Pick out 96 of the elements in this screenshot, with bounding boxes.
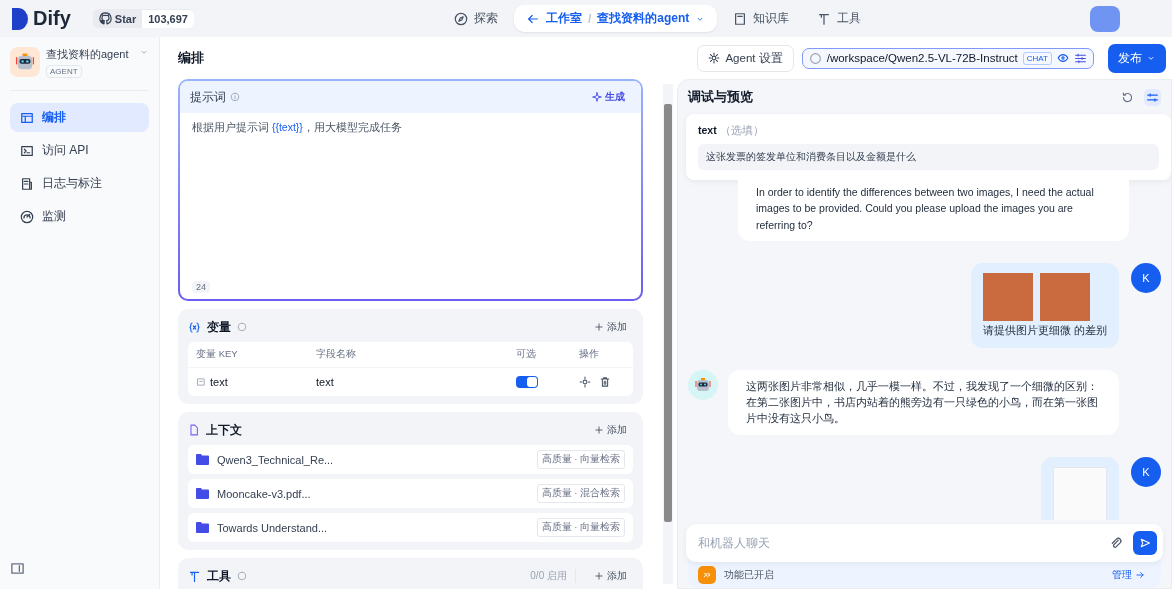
folder-icon <box>196 522 209 533</box>
trash-icon <box>599 376 611 388</box>
section-title: 上下文 <box>206 422 242 438</box>
knowledge-name: Towards Understand... <box>217 521 328 534</box>
sliders-icon <box>1074 51 1087 65</box>
user-avatar: K <box>1131 262 1161 293</box>
add-button[interactable]: 添加 <box>588 568 633 584</box>
user-avatar: K <box>1131 456 1161 487</box>
settings-button[interactable] <box>1144 88 1161 106</box>
sidebar-item[interactable]: 日志与标注 <box>10 169 149 198</box>
input-field[interactable]: 这张发票的签发单位和消费条目以及金额是什么 <box>698 144 1159 170</box>
knowledge-item[interactable]: Mooncake-v3.pdf... 高质量 · 混合检索 <box>188 479 633 508</box>
column-header: 字段名称 <box>316 348 357 361</box>
generate-button[interactable]: 生成 <box>586 89 631 105</box>
model-selector[interactable]: /workspace/Qwen2.5-VL-72B-Instruct CHAT <box>801 47 1094 69</box>
document-thumbnail[interactable] <box>1053 466 1107 520</box>
manage-link[interactable]: 管理 <box>1106 567 1151 583</box>
publish-button[interactable]: 发布 <box>1108 43 1166 73</box>
arrow-right-icon <box>1135 570 1145 580</box>
knowledge-item[interactable]: Qwen3_Technical_Re... 高质量 · 向量检索 <box>188 445 633 474</box>
user-avatar[interactable] <box>1090 5 1120 32</box>
logo-icon <box>12 7 28 30</box>
nav-tab[interactable]: 知识库 <box>721 5 802 32</box>
gauge-icon <box>20 209 34 224</box>
knowledge-name: Qwen3_Technical_Re... <box>217 453 334 466</box>
paperclip-icon <box>1109 536 1123 550</box>
column-header: 操作 <box>579 348 600 361</box>
optional-toggle[interactable] <box>516 376 538 388</box>
nav-tab[interactable]: 工具 <box>805 5 874 32</box>
app-name: 查找资料的agent <box>46 47 130 62</box>
photo-placeholder[interactable] <box>982 272 1033 321</box>
logo-text: Dify <box>33 7 71 30</box>
message-text: 请提供图片更细微 的差别 <box>982 322 1107 338</box>
terminal-icon <box>20 143 34 158</box>
chat-input[interactable]: 和机器人聊天 <box>686 524 1163 562</box>
folder-icon <box>196 454 209 465</box>
tool-icon <box>188 569 201 583</box>
features-label: 功能已开启 <box>724 568 774 582</box>
model-name: /workspace/Qwen2.5-VL-72B-Instruct <box>826 52 1018 64</box>
prompt-title: 提示词 <box>190 89 226 105</box>
character-count: 24 <box>192 281 210 293</box>
input-label: text <box>698 124 717 136</box>
sparkle-icon <box>592 92 602 102</box>
document-icon <box>188 424 200 436</box>
bot-message: In order to identify the differences between two images, I need the actual images to be provided. Could you please upload the images you are referring to? <box>738 180 1129 241</box>
section-title: 变量 <box>207 319 231 335</box>
quote-glyph-icon <box>702 570 712 580</box>
app-type-label: AGENT <box>46 65 82 78</box>
section-title: 工具 <box>207 568 231 584</box>
send-button[interactable] <box>1133 531 1157 555</box>
panel-title: 调试与预览 <box>688 88 754 106</box>
scrollbar-thumb[interactable] <box>664 104 672 522</box>
book-icon <box>733 11 748 26</box>
column-header: 可选 <box>516 348 537 361</box>
sliders-icon <box>1146 90 1159 104</box>
model-mode-tag: CHAT <box>1022 51 1052 65</box>
nav-tab[interactable]: 探索 <box>441 5 510 32</box>
eye-icon <box>1057 52 1069 64</box>
document-icon <box>20 176 34 191</box>
table-cell-text: text <box>316 376 335 388</box>
layout-icon <box>20 110 34 125</box>
prompt-text[interactable]: 根据用户提示词 {{text}}，用大模型完成任务 <box>180 113 641 281</box>
refresh-icon <box>1121 90 1134 104</box>
bot-message: 这两张图片非常相似，几乎一模一样。不过，我发现了一个细微的区别：在第二张图片中，书店内站着的熊旁边有一只绿色的小鸟，而在第一张图片中没有这只小鸟。 <box>728 369 1119 435</box>
folder-icon <box>196 488 209 499</box>
tool-icon <box>817 11 832 26</box>
send-icon <box>1139 537 1151 549</box>
retrieval-tag: 高质量 · 向量检索 <box>536 518 625 537</box>
sidebar-item[interactable]: 访问 API <box>10 136 149 165</box>
knowledge-name: Mooncake-v3.pdf... <box>217 487 311 500</box>
sidebar-item[interactable]: 监测 <box>10 202 149 231</box>
github-icon <box>98 12 112 25</box>
text-field-icon <box>196 377 206 387</box>
optional-hint: （选填） <box>719 124 764 136</box>
retrieval-tag: 高质量 · 混合检索 <box>536 484 625 503</box>
nav-tab[interactable]: 工作室 / 查找资料的agent <box>513 5 718 32</box>
table-cell: text <box>210 376 228 388</box>
github-star-button[interactable]: Star <box>92 9 143 28</box>
add-button[interactable]: 添加 <box>588 422 633 438</box>
plus-icon <box>594 322 604 332</box>
retrieval-tag: 高质量 · 向量检索 <box>536 450 625 469</box>
photo-placeholder[interactable] <box>1039 272 1090 321</box>
plus-icon <box>594 425 604 435</box>
sidebar-toggle-icon <box>10 561 25 576</box>
compass-icon <box>453 11 468 26</box>
enabled-count: 0/0 启用 <box>530 569 576 583</box>
page-title: 编排 <box>178 49 205 67</box>
variable-icon <box>188 320 201 334</box>
column-header: 变量 KEY <box>196 348 239 361</box>
add-button[interactable]: 添加 <box>588 319 633 335</box>
sidebar-item[interactable]: 编排 <box>10 103 149 132</box>
agent-settings-button[interactable]: Agent 设置 <box>697 44 794 72</box>
knowledge-item[interactable]: Towards Understand... 高质量 · 向量检索 <box>188 513 633 542</box>
message-input[interactable]: 和机器人聊天 <box>696 536 1109 550</box>
star-count: 103,697 <box>142 9 194 28</box>
plus-icon <box>594 571 604 581</box>
